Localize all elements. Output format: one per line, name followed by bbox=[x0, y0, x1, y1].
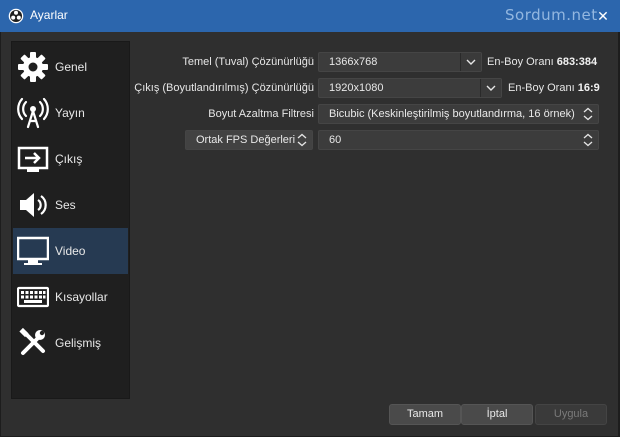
broadcast-antenna-icon bbox=[17, 97, 49, 129]
sidebar-item-gelismis[interactable]: Gelişmiş bbox=[13, 320, 128, 366]
fps-value-select[interactable]: 60 bbox=[318, 130, 599, 150]
ok-button[interactable]: Tamam bbox=[389, 404, 461, 425]
sidebar-item-label: Çıkış bbox=[55, 152, 83, 166]
sidebar-item-genel[interactable]: Genel bbox=[13, 44, 128, 90]
output-resolution-dropdown-button[interactable] bbox=[480, 79, 501, 97]
chevron-down-icon bbox=[466, 59, 476, 65]
up-down-chevron-icon bbox=[583, 107, 593, 121]
output-aspect-ratio: En-Boy Oranı 16:9 bbox=[508, 82, 600, 94]
cancel-button[interactable]: İptal bbox=[461, 404, 533, 425]
sidebar-item-cikis[interactable]: Çıkış bbox=[13, 136, 128, 182]
sidebar-item-label: Gelişmiş bbox=[55, 336, 102, 350]
watermark-text: Sordum.net bbox=[505, 6, 598, 24]
downscale-filter-label: Boyut Azaltma Filtresi bbox=[208, 108, 314, 120]
window-title: Ayarlar bbox=[30, 8, 68, 22]
output-resolution-label: Çıkış (Boyutlandırılmış) Çözünürlüğü bbox=[134, 82, 314, 94]
sidebar-item-video[interactable]: Video bbox=[13, 228, 128, 274]
monitor-icon bbox=[17, 236, 49, 265]
output-resolution-value: 1920x1080 bbox=[329, 82, 384, 94]
fps-type-select[interactable]: Ortak FPS Değerleri bbox=[185, 130, 313, 150]
keyboard-icon bbox=[17, 286, 49, 308]
base-aspect-ratio-label: En-Boy Oranı bbox=[487, 56, 554, 68]
chevron-down-icon bbox=[486, 85, 496, 91]
sidebar-item-label: Genel bbox=[55, 60, 88, 74]
output-aspect-ratio-value: 16:9 bbox=[577, 82, 600, 94]
base-resolution-dropdown-button[interactable] bbox=[460, 53, 481, 71]
sidebar-item-yayin[interactable]: Yayın bbox=[13, 90, 128, 136]
downscale-filter-select[interactable]: Bicubic (Keskinleştirilmiş boyutlandırma… bbox=[318, 104, 599, 124]
up-down-chevron-icon bbox=[297, 133, 307, 147]
sidebar-item-ses[interactable]: Ses bbox=[13, 182, 128, 228]
output-aspect-ratio-label: En-Boy Oranı bbox=[508, 82, 575, 94]
downscale-filter-value: Bicubic (Keskinleştirilmiş boyutlandırma… bbox=[329, 108, 575, 120]
base-resolution-value: 1366x768 bbox=[329, 56, 378, 68]
base-aspect-ratio-value: 683:384 bbox=[556, 56, 598, 68]
fps-type-label: Ortak FPS Değerleri bbox=[196, 134, 296, 146]
fps-value: 60 bbox=[329, 134, 342, 146]
sidebar-item-label: Yayın bbox=[55, 106, 85, 120]
sidebar-item-label: Kısayollar bbox=[55, 290, 108, 304]
output-resolution-combo[interactable]: 1920x1080 bbox=[318, 78, 502, 98]
base-aspect-ratio: En-Boy Oranı 683:384 bbox=[487, 56, 597, 68]
obs-logo-icon bbox=[8, 8, 24, 24]
sidebar-item-label: Video bbox=[55, 244, 86, 258]
sidebar-item-kisayollar[interactable]: Kısayollar bbox=[13, 274, 128, 320]
base-resolution-label: Temel (Tuval) Çözünürlüğü bbox=[182, 56, 314, 68]
title-bar: Ayarlar Sordum.net ✕ bbox=[0, 0, 620, 32]
settings-sidebar: Genel Yayın Çıkış Ses Video Kısayollar G… bbox=[11, 41, 130, 399]
gear-icon bbox=[18, 52, 48, 82]
speaker-icon bbox=[20, 193, 47, 217]
up-down-chevron-icon bbox=[583, 133, 593, 147]
output-screen-icon bbox=[17, 146, 49, 172]
sidebar-item-label: Ses bbox=[55, 198, 76, 212]
base-resolution-combo[interactable]: 1366x768 bbox=[318, 52, 482, 72]
tools-icon bbox=[19, 327, 45, 355]
close-button[interactable]: ✕ bbox=[592, 6, 614, 26]
apply-button[interactable]: Uygula bbox=[535, 404, 607, 425]
